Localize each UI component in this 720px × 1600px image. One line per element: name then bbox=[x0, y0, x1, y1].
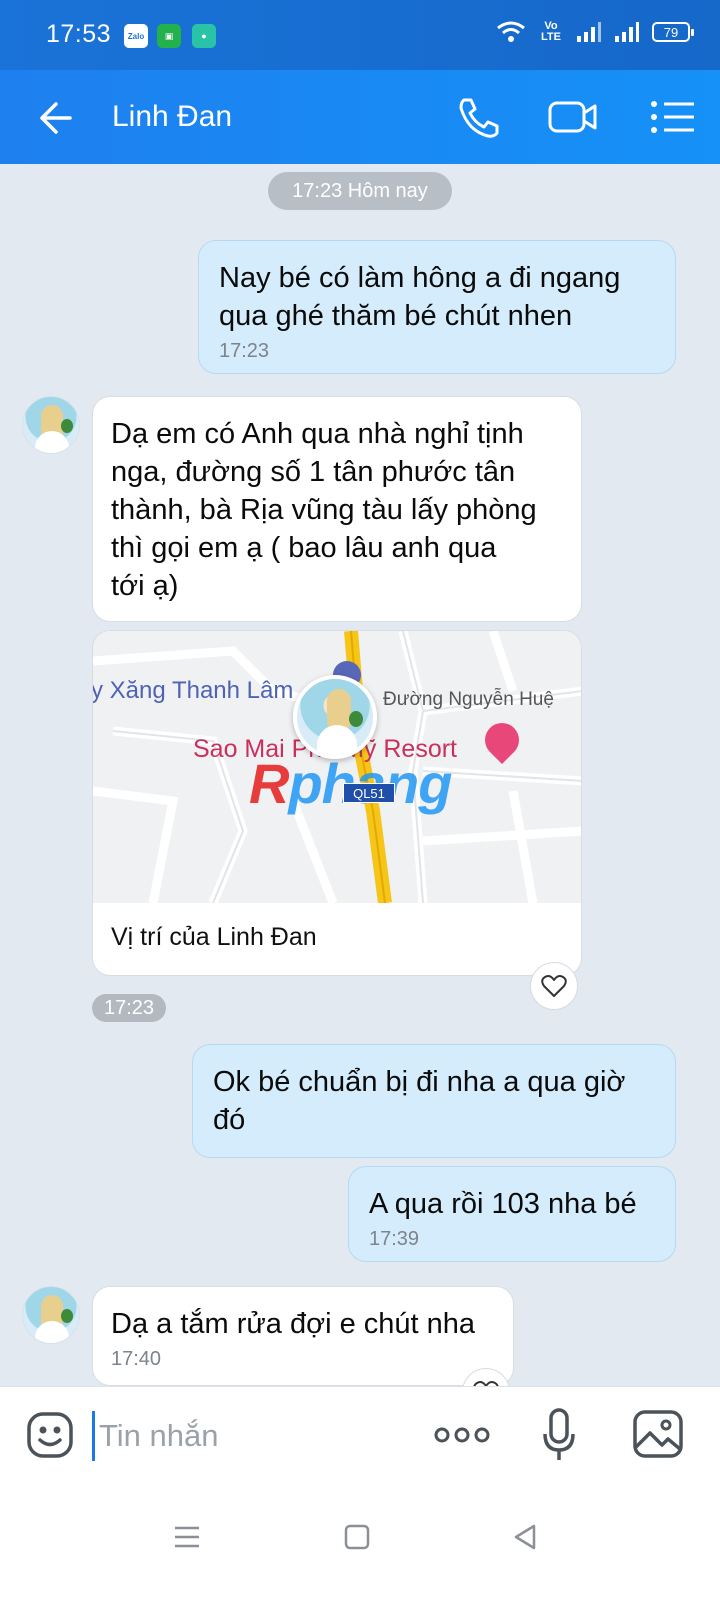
more-options-icon[interactable] bbox=[434, 1423, 490, 1447]
back-arrow-icon[interactable] bbox=[32, 96, 76, 140]
gallery-image-icon[interactable] bbox=[632, 1409, 684, 1459]
status-indicators: Vo LTE 79 bbox=[496, 20, 694, 44]
location-caption: Vị trí của Linh Đan bbox=[111, 923, 317, 951]
message-bubble-outgoing[interactable]: Nay bé có làm hông a đi ngang qua ghé th… bbox=[198, 240, 676, 374]
map-label: Đường Nguyễn Huệ bbox=[383, 689, 554, 710]
map-preview[interactable]: y Xăng Thanh Lâm Đường Nguyễn Huệ Sao Ma… bbox=[93, 631, 581, 903]
zalo-icon: Zalo bbox=[124, 24, 148, 48]
green-app-icon: ▣ bbox=[157, 24, 181, 48]
wifi-icon bbox=[497, 21, 525, 42]
message-input-bar: Tin nhắn bbox=[0, 1386, 720, 1486]
message-bubble-incoming[interactable]: Dạ em có Anh qua nhà nghỉ tịnh nga, đườn… bbox=[92, 396, 582, 622]
message-time: 17:39 bbox=[369, 1228, 420, 1250]
chat-area[interactable]: 17:23 Hôm nay Nay bé có làm hông a đi ng… bbox=[0, 164, 720, 1414]
message-time: 17:40 bbox=[111, 1348, 162, 1370]
status-time: 17:53 bbox=[46, 20, 112, 48]
message-bubble-incoming[interactable]: Dạ a tắm rửa đợi e chút nha 17:40 bbox=[92, 1286, 514, 1386]
message-text: A qua rồi 103 nha bé bbox=[369, 1188, 637, 1220]
microphone-icon[interactable] bbox=[542, 1407, 576, 1463]
message-time: 17:23 bbox=[219, 340, 270, 362]
message-bubble-outgoing[interactable]: Ok bé chuẩn bị đi nha a qua giờ đó bbox=[192, 1044, 676, 1158]
phone-icon[interactable] bbox=[454, 94, 504, 140]
signal-icon bbox=[577, 22, 601, 42]
message-text: tới ạ) bbox=[111, 570, 179, 602]
watermark-r: R bbox=[249, 752, 289, 815]
message-time-chip: 17:23 bbox=[92, 994, 166, 1022]
back-triangle-icon[interactable] bbox=[510, 1522, 540, 1552]
video-call-icon[interactable] bbox=[548, 94, 598, 140]
status-bar: 17:53 Zalo ▣ ● Vo LTE 79 bbox=[0, 0, 720, 70]
chat-app-icon: ● bbox=[192, 24, 216, 48]
contact-name[interactable]: Linh Đan bbox=[112, 100, 232, 134]
date-separator: 17:23 Hôm nay bbox=[268, 172, 452, 210]
message-text: đó bbox=[213, 1104, 246, 1136]
message-input[interactable]: Tin nhắn bbox=[92, 1411, 392, 1461]
message-text: Dạ a tắm rửa đợi e chút nha bbox=[111, 1308, 476, 1340]
road-badge: QL51 bbox=[343, 783, 395, 803]
menu-list-icon[interactable] bbox=[648, 94, 698, 140]
location-card[interactable]: y Xăng Thanh Lâm Đường Nguyễn Huệ Sao Ma… bbox=[92, 630, 582, 976]
battery-icon: 79 bbox=[652, 22, 694, 42]
message-text: Dạ em có Anh qua nhà nghỉ tịnh bbox=[111, 418, 524, 450]
map-label: y Xăng Thanh Lâm bbox=[93, 677, 294, 704]
message-text: Ok bé chuẩn bị đi nha a qua giờ bbox=[213, 1066, 626, 1098]
heart-reaction-icon[interactable] bbox=[530, 962, 578, 1010]
home-icon[interactable] bbox=[342, 1522, 372, 1552]
volte-label: Vo LTE bbox=[541, 20, 561, 43]
message-text: thì gọi em ạ ( bao lâu anh qua bbox=[111, 532, 497, 564]
message-text: Nay bé có làm hông a đi ngang bbox=[219, 262, 621, 294]
recent-apps-icon[interactable] bbox=[172, 1522, 202, 1552]
contact-avatar[interactable] bbox=[22, 396, 80, 454]
contact-avatar[interactable] bbox=[22, 1286, 80, 1344]
system-navigation-bar bbox=[0, 1486, 720, 1600]
chat-header: Linh Đan bbox=[0, 70, 720, 164]
location-avatar-pin bbox=[293, 675, 377, 759]
sticker-emoji-icon[interactable] bbox=[26, 1411, 74, 1459]
message-text: nga, đường số 1 tân phước tân bbox=[111, 456, 516, 488]
message-text: qua ghé thăm bé chút nhen bbox=[219, 300, 573, 332]
signal-icon-2 bbox=[615, 22, 639, 42]
message-text: thành, bà Rịa vũng tàu lấy phòng bbox=[111, 494, 537, 526]
message-bubble-outgoing[interactable]: A qua rồi 103 nha bé 17:39 bbox=[348, 1166, 676, 1262]
